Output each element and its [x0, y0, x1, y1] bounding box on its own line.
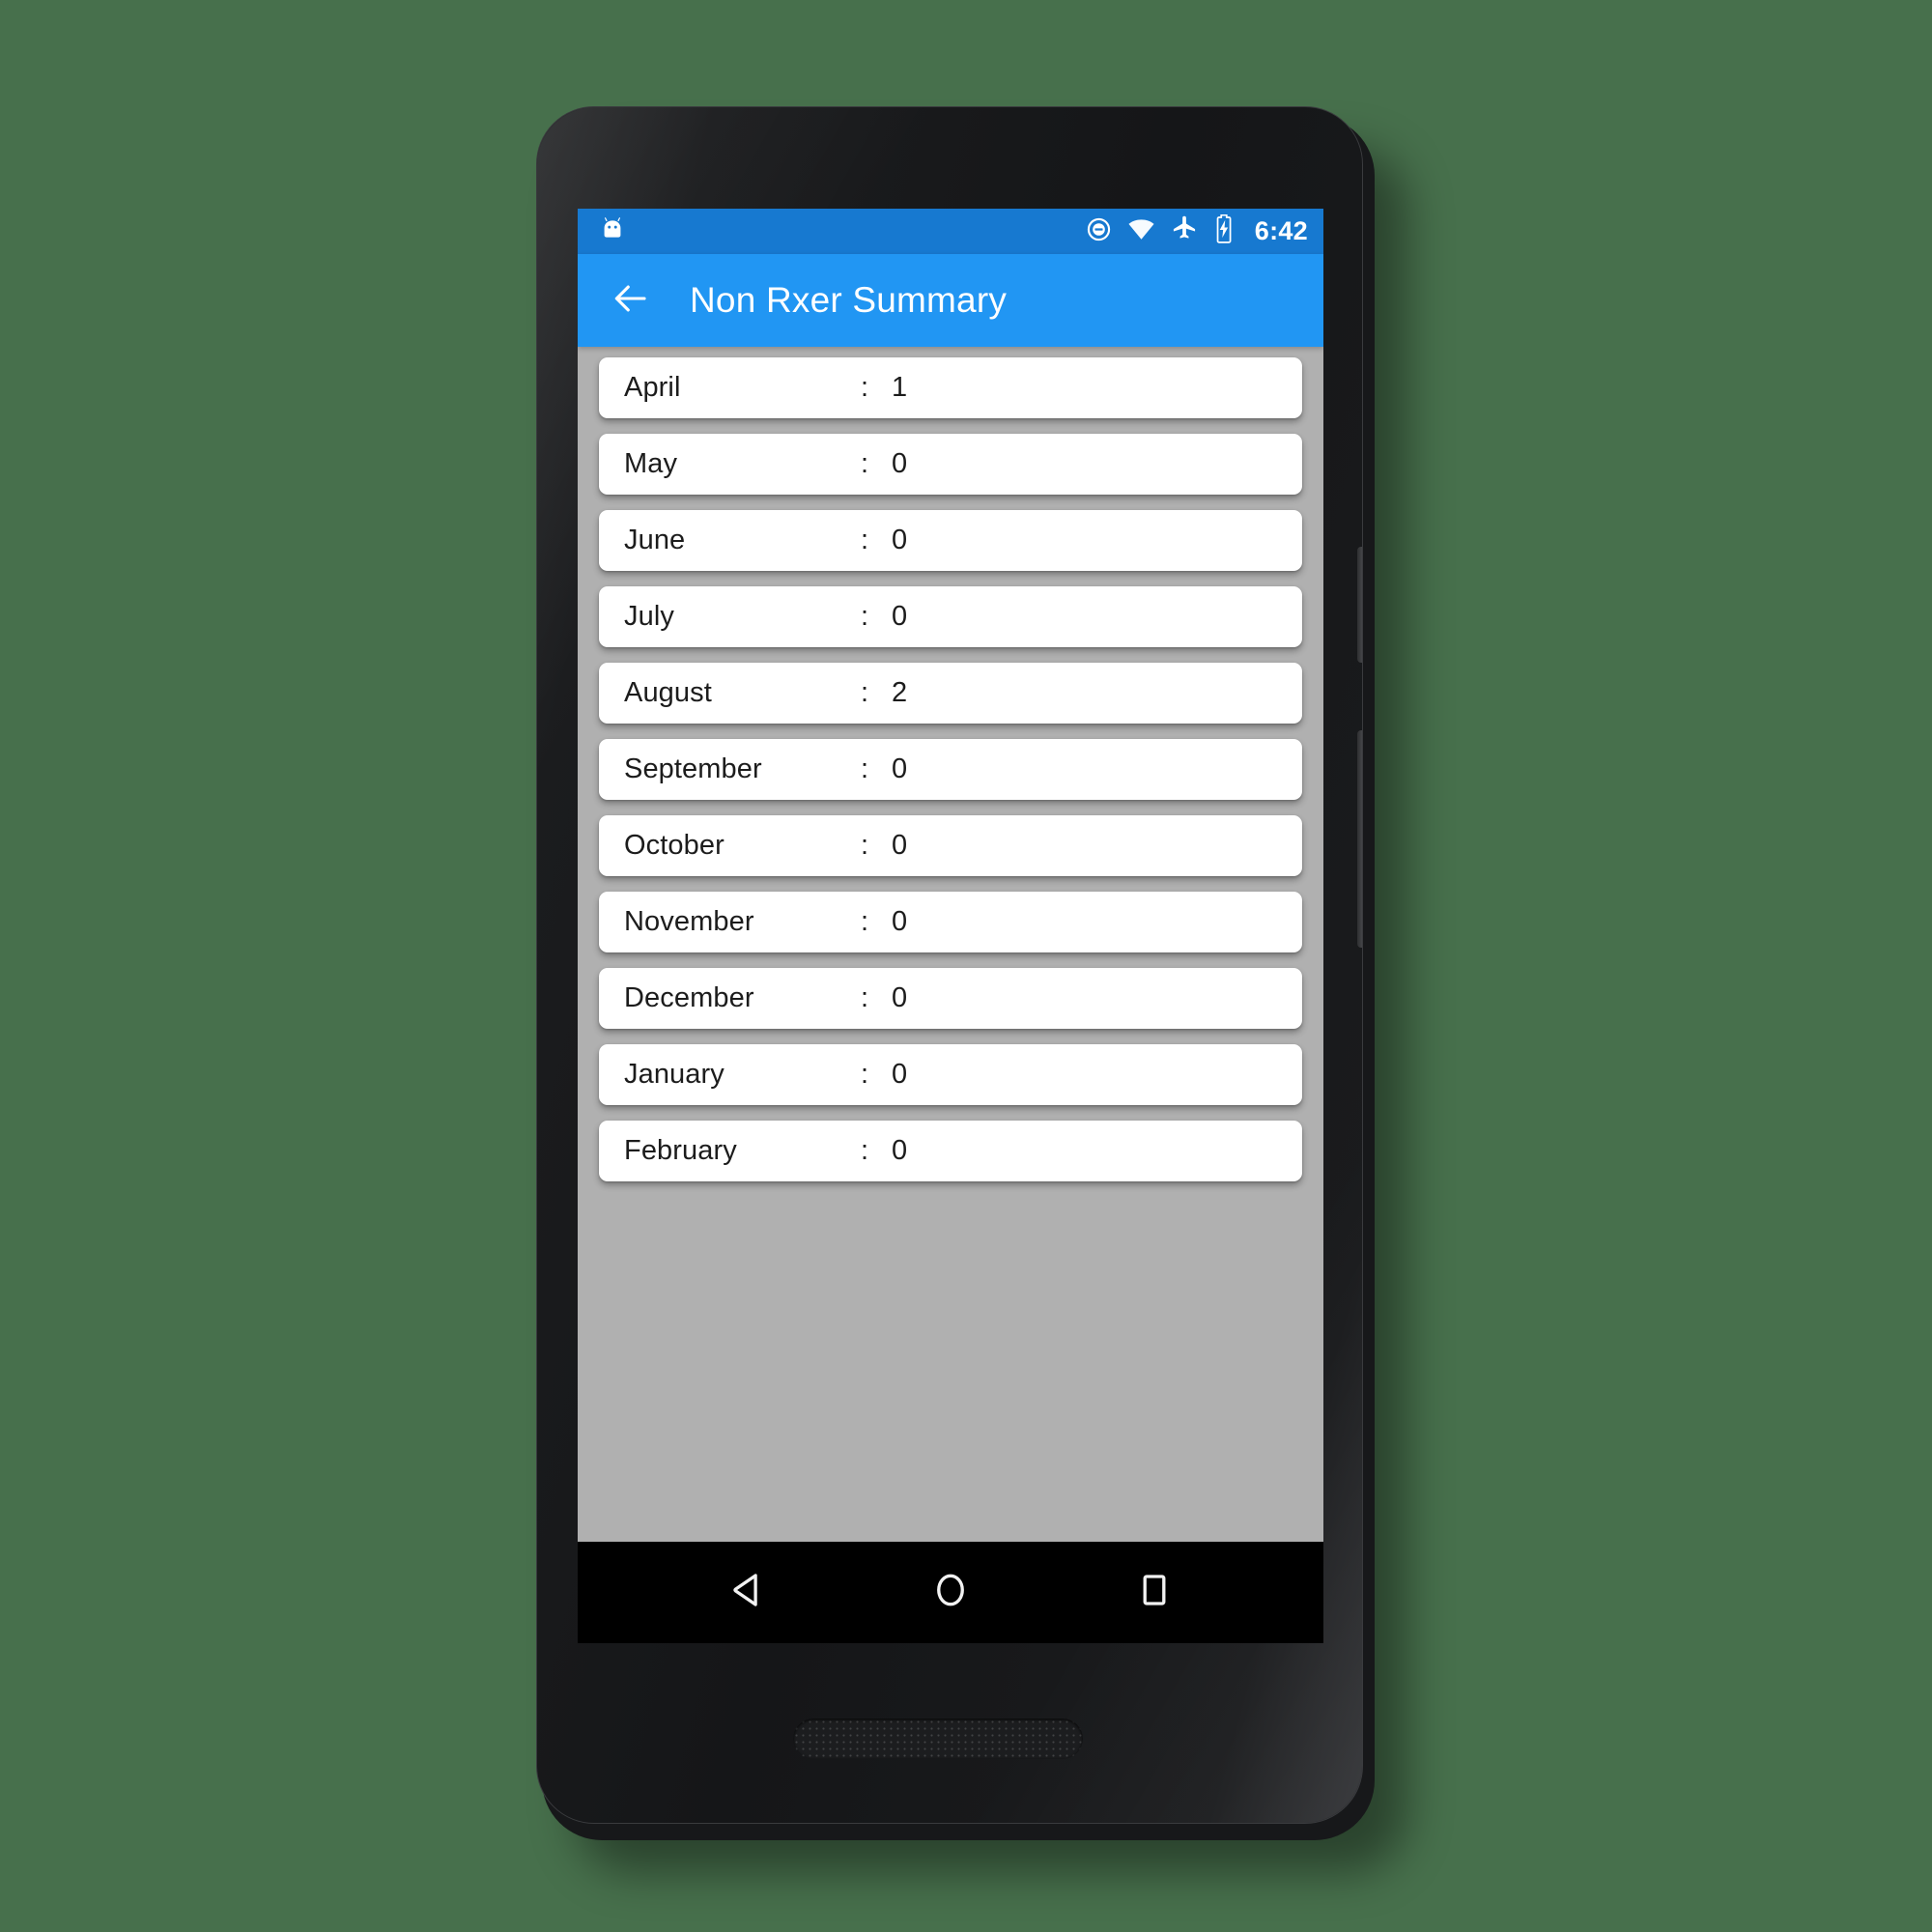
- month-count-value: 1: [892, 372, 908, 403]
- month-count-value: 0: [892, 1059, 908, 1090]
- page-title: Non Rxer Summary: [690, 280, 1008, 320]
- month-label: October: [624, 830, 724, 861]
- back-nav-button[interactable]: [709, 1555, 784, 1631]
- device-body: 6:42 Non Rxer Summary April:1 May:0 June:0…: [536, 106, 1363, 1824]
- wifi-icon: [1127, 215, 1155, 248]
- month-label: December: [624, 982, 754, 1013]
- back-button[interactable]: [603, 273, 657, 327]
- month-summary-row[interactable]: February:0: [599, 1121, 1302, 1181]
- month-count-value: 0: [892, 830, 908, 861]
- square-recents-icon: [1134, 1570, 1175, 1615]
- month-count-value: 0: [892, 1135, 908, 1166]
- month-label: May: [624, 448, 678, 479]
- month-summary-row[interactable]: July:0: [599, 586, 1302, 647]
- status-bar-system-icons: 6:42: [1086, 213, 1308, 248]
- bottom-speaker: [793, 1719, 1083, 1759]
- month-label: January: [624, 1059, 724, 1090]
- separator-colon: :: [861, 982, 869, 1013]
- separator-colon: :: [861, 753, 869, 784]
- navigation-bar: [578, 1542, 1323, 1643]
- status-bar: 6:42: [578, 209, 1323, 254]
- month-summary-row[interactable]: January:0: [599, 1044, 1302, 1105]
- recents-nav-button[interactable]: [1117, 1555, 1192, 1631]
- phone-screen: 6:42 Non Rxer Summary April:1 May:0 June:0…: [578, 209, 1323, 1643]
- power-button[interactable]: [1357, 547, 1362, 663]
- month-count-value: 0: [892, 525, 908, 555]
- triangle-back-icon: [726, 1570, 767, 1615]
- month-label: November: [624, 906, 754, 937]
- month-summary-row[interactable]: August:2: [599, 663, 1302, 724]
- month-summary-row[interactable]: November:0: [599, 892, 1302, 952]
- status-bar-clock: 6:42: [1254, 216, 1308, 245]
- volume-button[interactable]: [1357, 730, 1362, 948]
- month-label: September: [624, 753, 762, 784]
- month-count-value: 0: [892, 753, 908, 784]
- month-summary-row[interactable]: June:0: [599, 510, 1302, 571]
- month-label: April: [624, 372, 681, 403]
- circle-home-icon: [930, 1570, 971, 1615]
- month-summary-row[interactable]: April:1: [599, 357, 1302, 418]
- month-count-value: 0: [892, 448, 908, 479]
- android-robot-icon: [599, 215, 626, 247]
- separator-colon: :: [861, 372, 869, 403]
- phone-device: 6:42 Non Rxer Summary April:1 May:0 June:0…: [536, 106, 1377, 1840]
- month-label: February: [624, 1135, 737, 1166]
- month-summary-row[interactable]: December:0: [599, 968, 1302, 1029]
- month-summary-row[interactable]: May:0: [599, 434, 1302, 495]
- separator-colon: :: [861, 525, 869, 555]
- month-label: July: [624, 601, 674, 632]
- separator-colon: :: [861, 830, 869, 861]
- separator-colon: :: [861, 448, 869, 479]
- month-summary-list: April:1 May:0 June:0 July:0 August:2 Septembe…: [578, 357, 1323, 1181]
- airplane-mode-icon: [1171, 215, 1198, 247]
- content-area: April:1 May:0 June:0 July:0 August:2 Septembe…: [578, 347, 1323, 1542]
- month-count-value: 0: [892, 906, 908, 937]
- month-summary-row[interactable]: October:0: [599, 815, 1302, 876]
- month-summary-row[interactable]: September:0: [599, 739, 1302, 800]
- separator-colon: :: [861, 906, 869, 937]
- separator-colon: :: [861, 601, 869, 632]
- do-not-disturb-icon: [1086, 216, 1112, 247]
- month-count-value: 0: [892, 982, 908, 1013]
- month-count-value: 0: [892, 601, 908, 632]
- app-bar: Non Rxer Summary: [578, 254, 1323, 347]
- battery-charging-icon: [1213, 213, 1235, 248]
- arrow-back-icon: [609, 277, 651, 325]
- month-count-value: 2: [892, 677, 908, 708]
- separator-colon: :: [861, 1059, 869, 1090]
- separator-colon: :: [861, 1135, 869, 1166]
- month-label: August: [624, 677, 712, 708]
- month-label: June: [624, 525, 686, 555]
- home-nav-button[interactable]: [913, 1555, 988, 1631]
- status-bar-notifications: [599, 215, 1086, 247]
- separator-colon: :: [861, 677, 869, 708]
